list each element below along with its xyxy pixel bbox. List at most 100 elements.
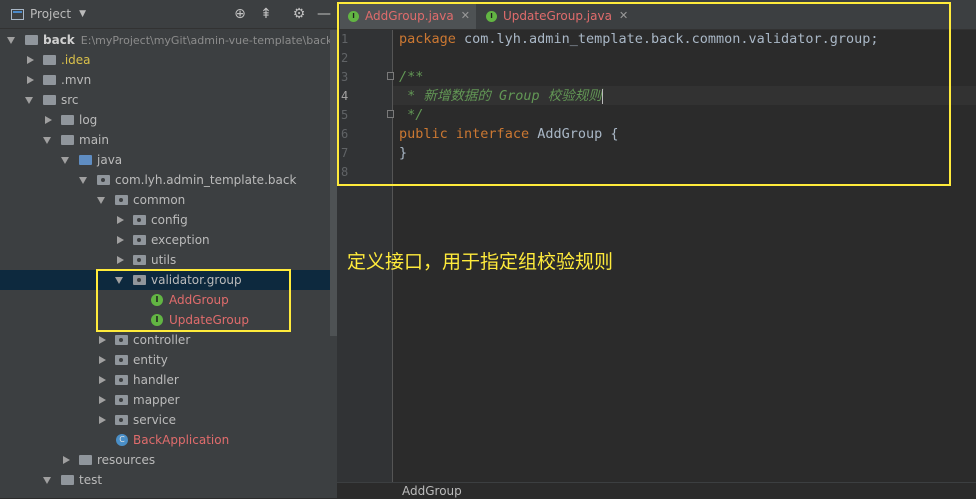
collapse-arrow-icon[interactable] (63, 456, 70, 464)
close-icon[interactable]: ✕ (619, 3, 628, 29)
tree-item-service[interactable]: service (0, 410, 330, 430)
collapse-arrow-icon[interactable] (99, 376, 106, 384)
expand-arrow-icon[interactable] (43, 477, 51, 484)
editor-tabs: I AddGroup.java ✕ I UpdateGroup.java ✕ (337, 0, 976, 30)
tree-item-label: mapper (133, 393, 180, 407)
collapse-arrow-icon[interactable] (99, 356, 106, 364)
line-number: 1 (341, 32, 349, 46)
tree-item-main[interactable]: main (0, 130, 330, 150)
package-icon (115, 335, 128, 345)
package-icon (115, 375, 128, 385)
project-view-selector[interactable]: Project ▼ (11, 7, 86, 21)
tree-item-label: log (79, 113, 98, 127)
gear-icon[interactable]: ⚙ (291, 6, 307, 22)
collapse-arrow-icon[interactable] (99, 416, 106, 424)
tree-item-label: .mvn (61, 73, 92, 87)
expand-arrow-icon[interactable] (43, 137, 51, 144)
code-text: AddGroup { (529, 126, 619, 142)
code-line-6: public interface AddGroup { (399, 125, 618, 144)
tree-item-addgroup[interactable]: I AddGroup (0, 290, 330, 310)
tree-item-validator-group[interactable]: validator.group (0, 270, 330, 290)
hide-panel-icon[interactable]: — (316, 6, 332, 22)
collapse-arrow-icon[interactable] (117, 256, 124, 264)
code-editor: I AddGroup.java ✕ I UpdateGroup.java ✕ 1… (337, 0, 976, 499)
interface-icon: I (486, 10, 497, 22)
tree-item-src[interactable]: src (0, 90, 330, 110)
tree-item-label: com.lyh.admin_template.back (115, 173, 297, 187)
tree-item-utils[interactable]: utils (0, 250, 330, 270)
tree-item-idea[interactable]: .idea (0, 50, 330, 70)
tree-item-entity[interactable]: entity (0, 350, 330, 370)
line-number: 8 (341, 165, 349, 179)
package-icon (115, 395, 128, 405)
collapse-arrow-icon[interactable] (117, 216, 124, 224)
expand-arrow-icon[interactable] (61, 157, 69, 164)
interface-icon: I (151, 314, 163, 326)
collapse-arrow-icon[interactable] (99, 396, 106, 404)
close-icon[interactable]: ✕ (461, 3, 470, 29)
code-line-1: package com.lyh.admin_template.back.comm… (399, 30, 879, 49)
tree-item-label: service (133, 413, 176, 427)
fold-marker-icon[interactable] (387, 72, 394, 80)
collapse-arrow-icon[interactable] (117, 236, 124, 244)
expand-arrow-icon[interactable] (79, 177, 87, 184)
expand-arrow-icon[interactable] (97, 197, 105, 204)
tree-item-log[interactable]: log (0, 110, 330, 130)
tree-item-java[interactable]: java (0, 150, 330, 170)
interface-icon: I (151, 294, 163, 306)
collapse-arrow-icon[interactable] (99, 336, 106, 344)
breadcrumb[interactable]: AddGroup (402, 484, 462, 498)
tree-item-controller[interactable]: controller (0, 330, 330, 350)
code-line-3: /** (399, 69, 424, 85)
project-panel: Project ▼ ⊕ ⇞ ⚙ — back E:\myProject\myGit… (0, 0, 337, 498)
tree-item-test[interactable]: test (0, 470, 330, 490)
tree-item-config[interactable]: config (0, 210, 330, 230)
tree-item-handler[interactable]: handler (0, 370, 330, 390)
expand-arrow-icon[interactable] (25, 97, 33, 104)
tree-item-label: validator.group (151, 273, 242, 287)
collapse-arrow-icon[interactable] (27, 56, 34, 64)
project-panel-header: Project ▼ ⊕ ⇞ ⚙ — (0, 0, 337, 29)
folder-icon (43, 95, 56, 105)
collapse-all-icon[interactable]: ⇞ (258, 6, 274, 22)
tree-scrollbar[interactable] (330, 30, 337, 336)
tab-label: AddGroup.java (365, 9, 454, 23)
code-text: com.lyh.admin_template.back.common.valid… (455, 31, 879, 47)
line-number: 4 (341, 89, 349, 103)
tab-addgroup[interactable]: I AddGroup.java ✕ (340, 3, 476, 29)
tree-item-label: controller (133, 333, 191, 347)
tree-item-exception[interactable]: exception (0, 230, 330, 250)
package-icon (97, 175, 110, 185)
collapse-arrow-icon[interactable] (27, 76, 34, 84)
tab-updategroup[interactable]: I UpdateGroup.java ✕ (478, 3, 634, 29)
tree-item-updategroup[interactable]: I UpdateGroup (0, 310, 330, 330)
tree-item-mvn[interactable]: .mvn (0, 70, 330, 90)
tab-label: UpdateGroup.java (503, 9, 612, 23)
locate-target-icon[interactable]: ⊕ (232, 6, 248, 22)
tree-item-resources[interactable]: resources (0, 450, 330, 470)
tree-item-label: entity (133, 353, 168, 367)
tree-item-back[interactable]: back E:\myProject\myGit\admin-vue-templat… (0, 30, 332, 50)
folder-icon (61, 115, 74, 125)
keyword: package (399, 31, 456, 47)
collapse-arrow-icon[interactable] (45, 116, 52, 124)
tree-item-mapper[interactable]: mapper (0, 390, 330, 410)
folder-icon (61, 135, 74, 145)
line-number: 7 (341, 146, 349, 160)
resources-folder-icon (79, 455, 92, 465)
expand-arrow-icon[interactable] (115, 277, 123, 284)
tree-item-common[interactable]: common (0, 190, 330, 210)
tree-item-package[interactable]: com.lyh.admin_template.back (0, 170, 330, 190)
package-icon (133, 255, 146, 265)
expand-arrow-icon[interactable] (7, 37, 15, 44)
tree-item-label: back (43, 33, 75, 47)
package-icon (133, 215, 146, 225)
tree-item-backapplication[interactable]: C BackApplication (0, 430, 330, 450)
fold-marker-icon[interactable] (387, 110, 394, 118)
annotation-text: 定义接口，用于指定组校验规则 (347, 251, 614, 273)
code-line-5: */ (399, 107, 424, 123)
spring-boot-class-icon: C (116, 434, 128, 446)
tree-item-label: test (79, 473, 103, 487)
tree-item-label: main (79, 133, 109, 147)
tree-item-label: handler (133, 373, 179, 387)
